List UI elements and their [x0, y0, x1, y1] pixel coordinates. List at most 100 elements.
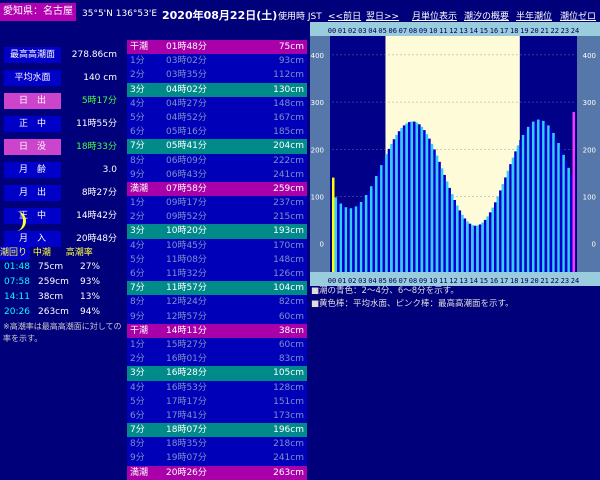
- tide-bar: [524, 130, 527, 272]
- tide-row-height: 38cm: [278, 325, 304, 336]
- x-tick-label-bottom: 20: [530, 277, 538, 285]
- tide-row-label: 6分: [130, 127, 145, 138]
- tide-table-row: 7分 11時57分 104cm: [127, 281, 307, 296]
- tide-bar: [380, 165, 383, 272]
- chart-legend: ■潮の青色：2～4分、6～8分を示す。 ■黄色棒：平均水面、ピンク棒：最高高潮面…: [311, 285, 514, 311]
- tide-row-label: 9分: [130, 169, 145, 180]
- x-tick-label-top: 17: [500, 27, 508, 35]
- tide-bar: [337, 200, 340, 272]
- tide-bar: [349, 208, 353, 272]
- y-tick-label: 400: [583, 52, 596, 60]
- tide-summary-row: 14:11 38cm 13%: [0, 290, 125, 305]
- tide-row-height: 241cm: [273, 453, 304, 464]
- location-label: 愛知県：名古屋: [0, 3, 76, 21]
- tide-summary-link[interactable]: 潮汐の概要: [464, 9, 509, 22]
- tide-time: 14:11: [4, 292, 30, 302]
- tide-row-height: 222cm: [273, 155, 304, 166]
- tide-bar: [476, 225, 479, 272]
- monthly-view-link[interactable]: 月単位表示: [412, 9, 457, 22]
- tide-row-height: 105cm: [273, 368, 304, 379]
- tide-summary-row: 07:58 259cm 93%: [0, 275, 125, 290]
- y-tick-label: 300: [311, 99, 324, 107]
- tide-table-row: 2分 16時01分 83cm: [127, 352, 307, 367]
- info-value: 14時42分: [76, 211, 117, 221]
- timezone-label: 使用時 JST: [278, 12, 322, 22]
- x-tick-label-top: 06: [389, 27, 397, 35]
- tide-row-label: 5分: [130, 112, 145, 123]
- info-label: 月 入: [4, 231, 61, 247]
- x-tick-label-top: 12: [449, 27, 457, 35]
- tide-row-label: 干潮: [130, 325, 149, 336]
- tide-row-height: 104cm: [273, 283, 304, 294]
- tide-row-time: 18時35分: [166, 439, 207, 450]
- next-day-link[interactable]: 翌日>>: [366, 9, 399, 22]
- info-label: 日 出: [4, 93, 61, 109]
- tide-bar: [549, 128, 553, 272]
- tide-bar: [478, 224, 482, 272]
- tide-bar: [483, 219, 487, 272]
- tide-bar: [352, 207, 355, 272]
- tide-table-row: 干潮 14時11分 38cm: [127, 323, 307, 338]
- x-tick-label-bottom: 23: [561, 277, 569, 285]
- tide-row-time: 16時53分: [166, 382, 207, 393]
- info-value: 140 cm: [83, 73, 117, 83]
- tide-rate: 93%: [80, 277, 101, 287]
- tide-bar: [400, 128, 403, 272]
- tide-row-time: 11時57分: [166, 283, 207, 294]
- legend-line: ■潮の青色：2～4分、6～8分を示す。: [311, 286, 459, 296]
- tide-bar: [534, 120, 538, 272]
- x-tick-label-top: 18: [510, 27, 518, 35]
- x-tick-label-bottom: 12: [449, 277, 457, 285]
- x-tick-label-top: 15: [480, 27, 488, 35]
- tide-bar: [425, 134, 429, 272]
- tide-row-time: 04時27分: [166, 98, 207, 109]
- info-label: 月 出: [4, 185, 61, 201]
- tide-row-label: 4分: [130, 382, 145, 393]
- tide-row-height: 60cm: [278, 311, 304, 322]
- tide-bar: [496, 196, 500, 272]
- tide-bar: [468, 223, 472, 272]
- tide-bar: [501, 184, 505, 272]
- info-value: 18時33分: [76, 142, 117, 152]
- tide-row-time: 14時11分: [166, 325, 207, 336]
- tide-bar: [410, 121, 413, 272]
- info-label: 平均水面: [4, 70, 61, 86]
- tide-row-height: 204cm: [273, 141, 304, 152]
- tide-bar: [390, 143, 393, 272]
- tide-row-height: 93cm: [278, 56, 304, 67]
- tide-row-height: 259cm: [273, 183, 304, 194]
- tide-row-label: 7分: [130, 141, 145, 152]
- tide-height: 75cm: [38, 262, 64, 272]
- tide-bar: [423, 130, 426, 272]
- tide-bar: [567, 167, 570, 272]
- info-row: 日 没 18時33分: [0, 136, 125, 159]
- prev-day-link[interactable]: <<前日: [328, 9, 361, 22]
- tide-row-height: 241cm: [273, 169, 304, 180]
- tide-height: 38cm: [38, 292, 64, 302]
- tide-bar: [334, 197, 338, 272]
- info-label: 日 没: [4, 139, 61, 155]
- tide-bar: [385, 154, 388, 272]
- mean-level-bar: [332, 177, 335, 272]
- tide-bar: [547, 125, 550, 273]
- tide-rate-note: ※高潮率は最高高潮面に対しての率を示す。: [3, 322, 122, 343]
- tide-row-label: 5分: [130, 396, 145, 407]
- tide-row-height: 173cm: [273, 410, 304, 421]
- tide-row-time: 03時35分: [166, 70, 207, 81]
- tide-bar: [428, 138, 431, 272]
- tide-table-row: 3分 10時20分 193cm: [127, 224, 307, 239]
- x-tick-label-bottom: 14: [470, 277, 478, 285]
- tide-bar: [369, 186, 373, 272]
- x-tick-label-bottom: 17: [500, 277, 508, 285]
- tide-bar: [499, 190, 502, 272]
- tide-zero-link[interactable]: 潮位ゼロ: [560, 9, 596, 22]
- tide-bar: [506, 170, 510, 272]
- half-year-link[interactable]: 半年潮位: [516, 9, 552, 22]
- x-tick-label-bottom: 07: [399, 277, 407, 285]
- tide-bar: [448, 187, 451, 272]
- tide-bar: [559, 148, 563, 272]
- x-tick-label-top: 07: [399, 27, 407, 35]
- tide-rate: 94%: [80, 307, 101, 317]
- x-tick-label-top: 14: [470, 27, 478, 35]
- tide-bar: [557, 142, 560, 272]
